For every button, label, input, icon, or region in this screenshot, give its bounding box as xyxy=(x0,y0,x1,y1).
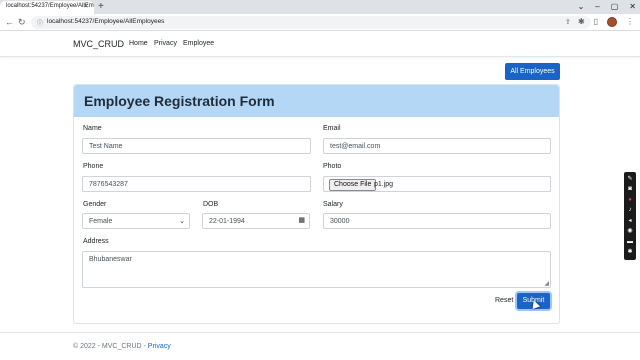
url-text: localhost:54237/Employee/AllEmployees xyxy=(47,18,165,25)
navbar-brand[interactable]: MVC_CRUD xyxy=(73,39,124,49)
footer-copyright: © 2022 - MVC_CRUD - xyxy=(73,343,148,350)
extensions-icon[interactable]: ✱ xyxy=(578,16,585,28)
browser-tab[interactable]: localhost:54237/Employee/AllEm ✕ xyxy=(0,1,94,14)
back-icon[interactable]: ← xyxy=(5,16,14,28)
address-value: Bhubaneswar xyxy=(89,256,132,263)
dob-value: 22-01-1994 xyxy=(209,218,245,225)
form-title: Employee Registration Form xyxy=(84,93,275,109)
new-tab-icon[interactable]: + xyxy=(98,1,104,13)
choose-file-button[interactable]: Choose File xyxy=(329,179,377,191)
speaker-icon[interactable]: ◂ xyxy=(628,218,631,225)
site-info-icon[interactable]: ⓘ xyxy=(37,18,43,27)
gender-select[interactable]: Female ⌄ xyxy=(82,213,190,229)
tab-close-icon[interactable]: ✕ xyxy=(83,2,89,10)
dob-input[interactable]: 22-01-1994 ▦ xyxy=(202,213,310,229)
calendar-icon[interactable]: ▦ xyxy=(298,216,305,224)
tab-search-icon[interactable]: ⌄ xyxy=(578,1,585,13)
record-icon[interactable]: ● xyxy=(628,197,632,204)
card-header: Employee Registration Form xyxy=(74,85,559,117)
phone-input[interactable]: 7876543287 xyxy=(82,176,311,192)
name-input[interactable]: Test Name xyxy=(82,138,311,154)
reload-icon[interactable]: ↻ xyxy=(18,16,26,28)
microphone-icon[interactable]: ♪ xyxy=(629,207,632,214)
webcam-icon[interactable]: ◉ xyxy=(627,228,632,235)
gender-selected-value: Female xyxy=(89,218,113,225)
chosen-file-name: p1.jpg xyxy=(374,181,394,188)
window-controls: ⌄ – ▢ ✕ xyxy=(578,1,636,13)
settings-gear-icon[interactable]: ✱ xyxy=(627,249,632,256)
side-panel-icon[interactable]: ▯ xyxy=(594,16,598,28)
registration-card: Employee Registration Form xyxy=(73,84,560,324)
share-icon[interactable]: ⇪ xyxy=(565,17,571,28)
dob-label: DOB xyxy=(203,201,219,208)
address-bar[interactable]: ⓘ localhost:54237/Employee/AllEmployees … xyxy=(31,16,591,29)
chevron-down-icon: ⌄ xyxy=(179,218,185,225)
pen-icon[interactable]: ✎ xyxy=(627,176,632,183)
phone-label: Phone xyxy=(83,163,104,170)
footer-privacy-link[interactable]: Privacy xyxy=(148,343,171,350)
email-label: Email xyxy=(323,125,341,132)
camera-icon[interactable]: ◙ xyxy=(628,186,632,193)
footer-text: © 2022 - MVC_CRUD - Privacy xyxy=(73,343,171,350)
nav-link-home[interactable]: Home xyxy=(129,40,148,47)
photo-file-input[interactable]: Choose File p1.jpg xyxy=(323,176,551,192)
reset-button[interactable]: Reset xyxy=(495,297,513,304)
nav-link-privacy[interactable]: Privacy xyxy=(154,40,177,47)
nav-link-employee[interactable]: Employee xyxy=(183,40,214,47)
menu-icon[interactable]: ⋮ xyxy=(626,16,634,28)
photo-label: Photo xyxy=(323,163,342,170)
gender-label: Gender xyxy=(83,201,107,208)
all-employees-button[interactable]: All Employees xyxy=(505,63,560,80)
page-footer: © 2022 - MVC_CRUD - Privacy xyxy=(0,332,640,360)
folder-icon[interactable]: ▬ xyxy=(627,239,633,246)
browser-toolbar: ← ↻ ⓘ localhost:54237/Employee/AllEmploy… xyxy=(0,14,640,31)
extension-icons: ✱ ▯ ⋮ xyxy=(578,16,634,28)
salary-input[interactable]: 30000 xyxy=(323,213,551,229)
resize-handle-icon[interactable]: ◢ xyxy=(544,280,549,287)
maximize-icon[interactable]: ▢ xyxy=(611,1,619,13)
address-label: Address xyxy=(83,238,109,245)
salary-label: Salary xyxy=(323,201,343,208)
tab-title: localhost:54237/Employee/AllEm xyxy=(6,3,94,9)
profile-avatar[interactable] xyxy=(607,17,617,27)
address-textarea[interactable]: Bhubaneswar ◢ xyxy=(82,251,551,288)
name-label: Name xyxy=(83,125,102,132)
app-navbar: MVC_CRUD Home Privacy Employee xyxy=(0,31,640,57)
close-window-icon[interactable]: ✕ xyxy=(629,1,636,13)
minimize-icon[interactable]: – xyxy=(595,1,599,13)
email-input[interactable]: test@email.com xyxy=(323,138,551,154)
recorder-toolbar: ✎ ◙ ● ♪ ◂ ◉ ▬ ✱ xyxy=(624,172,636,260)
browser-tabstrip: localhost:54237/Employee/AllEm ✕ + ⌄ – ▢… xyxy=(0,0,640,14)
